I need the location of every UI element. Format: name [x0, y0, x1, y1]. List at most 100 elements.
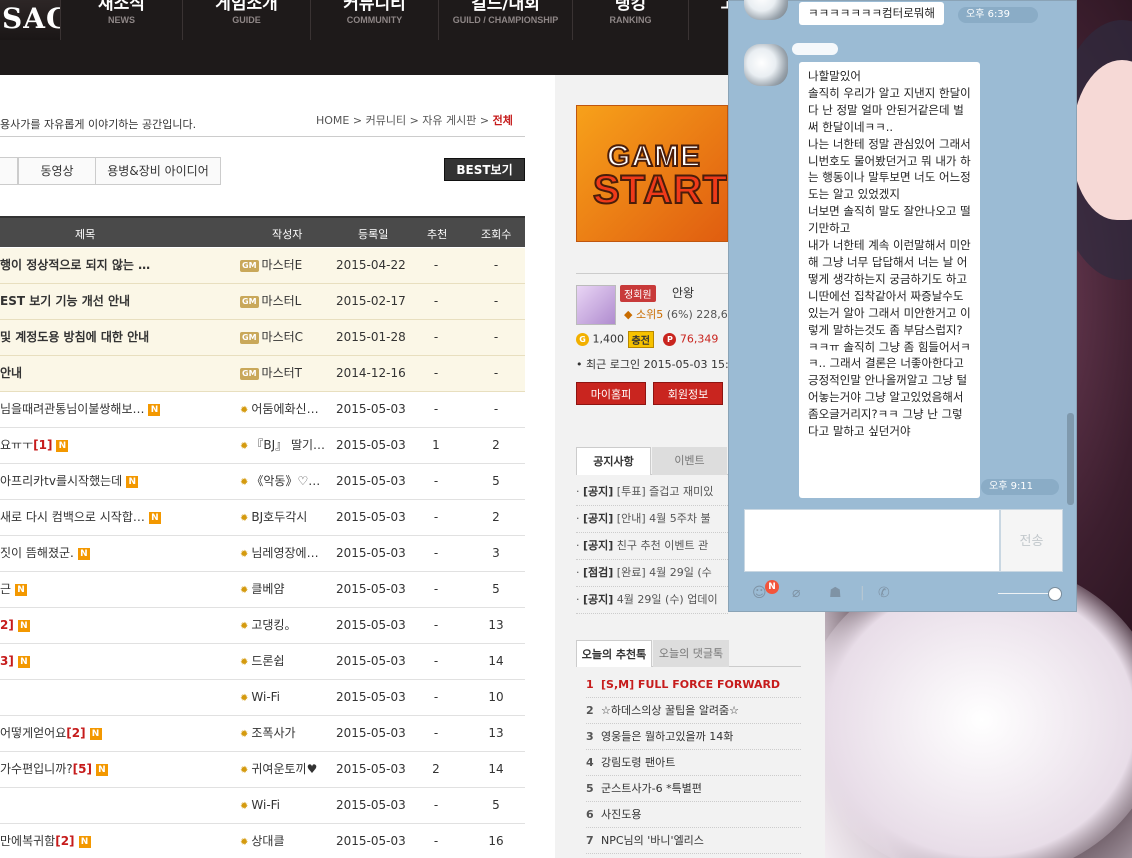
nav-ranking[interactable]: 랭킹 RANKING — [572, 0, 688, 40]
ranking-item[interactable]: 5 군스트사가-6 *특별편 — [586, 776, 801, 802]
post-title[interactable]: 2] N — [0, 608, 240, 643]
post-author[interactable]: ✹ 《악동》♡… — [240, 464, 332, 500]
ranking-item[interactable]: 1 [S,M] FULL FORCE FORWARD — [586, 672, 801, 698]
tab-video[interactable]: 동영상 — [18, 157, 96, 185]
notice-item[interactable]: · [점검] [완료] 4월 29일 (수 — [576, 560, 728, 587]
comment-count: [2] — [55, 834, 75, 848]
tab-event[interactable]: 이벤트 — [652, 447, 727, 475]
nav-news[interactable]: 새소식 NEWS — [60, 0, 182, 40]
post-author[interactable]: ✹ 어둠에화신… — [240, 392, 332, 428]
post-author[interactable]: GM 마스터L — [240, 284, 332, 319]
table-row[interactable]: 안내 GM 마스터T 2014-12-16 - - — [0, 356, 525, 392]
charge-button[interactable]: 충전 — [627, 331, 654, 348]
post-title[interactable]: 아프리카tv를시작했는데 N — [0, 464, 240, 499]
post-author[interactable]: ✹ Wi-Fi — [240, 680, 332, 716]
post-title[interactable]: 행이 정상적으로 되지 않는 … — [0, 248, 240, 283]
attach-file-icon[interactable]: ⌀ — [792, 585, 800, 601]
post-author[interactable]: ✹ 고댕킹。 — [240, 608, 332, 644]
table-row[interactable]: 만에복귀함[2] N ✹ 상대클 2015-05-03 - 16 — [0, 824, 525, 858]
best-view-button[interactable]: BEST보기 — [444, 158, 525, 181]
table-row[interactable]: 님을때려관통님이불쌍해보… N ✹ 어둠에화신… 2015-05-03 - - — [0, 392, 525, 428]
chat-scrollbar[interactable] — [1067, 413, 1074, 505]
table-row[interactable]: 어떻게얻어요[2] N ✹ 조폭사가 2015-05-03 - 13 — [0, 716, 525, 752]
notice-item[interactable]: · [공지] [안내] 4월 5주차 불 — [576, 506, 728, 533]
ranking-item[interactable]: 4 강림도령 팬아트 — [586, 750, 801, 776]
table-row[interactable]: 가수편입니까?[5] N ✹ 귀여운토끼♥ 2015-05-03 2 14 — [0, 752, 525, 788]
member-info-button[interactable]: 회원정보 — [653, 382, 723, 405]
mypage-button[interactable]: 마이홈피 — [576, 382, 646, 405]
nav-community[interactable]: 커뮤니티 COMMUNITY — [310, 0, 438, 40]
table-row[interactable]: ✹ Wi-Fi 2015-05-03 - 10 — [0, 680, 525, 716]
table-row[interactable]: 3] N ✹ 드론쉽 2015-05-03-14 — [0, 644, 525, 680]
table-row[interactable]: EST 보기 기능 개선 안내 GM 마스터L 2015-02-17 - - — [0, 284, 525, 320]
gm-icon: GM — [240, 295, 259, 308]
table-row[interactable]: 및 계정도용 방침에 대한 안내 GM 마스터C 2015-01-28 - - — [0, 320, 525, 356]
post-author[interactable]: GM 마스터T — [240, 356, 332, 391]
ranking-item[interactable]: 6 사진도용 — [586, 802, 801, 828]
post-title[interactable]: 요ㅠㅜ[1] N — [0, 428, 240, 463]
post-title[interactable]: 안내 — [0, 356, 240, 391]
tab-today-comment[interactable]: 오늘의 댓글톡 — [653, 640, 729, 667]
rank-icon: ✹ — [240, 837, 249, 848]
tab-today-recommend[interactable]: 오늘의 추천톡 — [576, 640, 652, 667]
table-row[interactable]: 아프리카tv를시작했는데 N ✹ 《악동》♡… 2015-05-03 - 5 — [0, 464, 525, 500]
ranking-item[interactable]: 7 NPC님의 '바니'엘리스 — [586, 828, 801, 854]
post-author[interactable]: ✹ BJ호두각시 — [240, 500, 332, 536]
rank-number: 5 — [586, 782, 594, 795]
post-title[interactable]: 짓이 뜸해졌군. N — [0, 536, 240, 571]
post-author[interactable]: ✹ Wi-Fi — [240, 788, 332, 824]
breadcrumb-home[interactable]: HOME — [316, 114, 349, 127]
table-row[interactable]: 근 N ✹ 클베얌 2015-05-03 - 5 — [0, 572, 525, 608]
nav-guild[interactable]: 길드/대회 GUILD / CHAMPIONSHIP — [438, 0, 572, 40]
post-author[interactable]: ✹ 『BJ』 딸기… — [240, 428, 332, 464]
avatar[interactable] — [576, 285, 616, 325]
opacity-slider-track[interactable] — [998, 593, 1054, 594]
post-author[interactable]: ✹ 클베얌 — [240, 572, 332, 608]
post-title[interactable]: 새로 다시 컴백으로 시작합… N — [0, 500, 240, 535]
post-author[interactable]: GM 마스터E — [240, 248, 332, 283]
post-author[interactable]: GM 마스터C — [240, 320, 332, 355]
tab-all[interactable] — [0, 157, 18, 185]
post-title[interactable]: 3] N — [0, 644, 240, 679]
post-author[interactable]: ✹ 상대클 — [240, 824, 332, 858]
table-row[interactable]: 짓이 뜸해졌군. N ✹ 님레영장에… 2015-05-03 - 3 — [0, 536, 525, 572]
table-row[interactable]: 요ㅠㅜ[1] N ✹ 『BJ』 딸기… 2015-05-03 1 2 — [0, 428, 525, 464]
post-author[interactable]: ✹ 조폭사가 — [240, 716, 332, 752]
call-icon[interactable]: ✆ — [878, 585, 890, 601]
table-row[interactable]: 2] N ✹ 고댕킹。 2015-05-03-13 — [0, 608, 525, 644]
post-title[interactable]: 가수편입니까?[5] N — [0, 752, 240, 787]
post-author[interactable]: ✹ 드론쉽 — [240, 644, 332, 680]
breadcrumb-community[interactable]: 커뮤니티 — [366, 114, 406, 127]
post-title[interactable]: 어떻게얻어요[2] N — [0, 716, 240, 751]
header-author: 작성자 — [272, 228, 303, 241]
notice-item[interactable]: · [공지] 친구 추천 이벤트 관 — [576, 533, 728, 560]
nav-guide[interactable]: 게임소개 GUIDE — [182, 0, 310, 40]
notice-item[interactable]: · [공지] [투표] 즐겁고 재미있 — [576, 479, 728, 506]
avatar[interactable] — [744, 44, 788, 86]
notice-item[interactable]: · [공지] 4월 29일 (수) 업데이 — [576, 587, 728, 614]
opacity-slider-handle[interactable] — [1048, 587, 1062, 601]
send-button[interactable]: 전송 — [1000, 509, 1063, 572]
tab-ideas[interactable]: 용병&장비 아이디어 — [95, 157, 221, 185]
post-title[interactable]: 만에복귀함[2] N — [0, 824, 240, 858]
ranking-item[interactable]: 3 영웅들은 뭘하고있을까 14화 — [586, 724, 801, 750]
table-row[interactable]: ✹ Wi-Fi 2015-05-03 - 5 — [0, 788, 525, 824]
breadcrumb-free-board[interactable]: 자유 게시판 — [422, 114, 476, 127]
chat-input[interactable] — [744, 509, 1000, 572]
ranking-item[interactable]: 2 ☆하데스의상 꿀팁을 알려줌☆ — [586, 698, 801, 724]
post-views: 2 — [492, 438, 500, 452]
tab-notice[interactable]: 공지사항 — [576, 447, 651, 475]
post-title[interactable]: EST 보기 기능 개선 안내 — [0, 284, 240, 319]
table-row[interactable]: 행이 정상적으로 되지 않는 … GM 마스터E 2015-04-22 - - — [0, 248, 525, 284]
post-title[interactable]: 님을때려관통님이불쌍해보… N — [0, 392, 240, 427]
rank-icon: ◆ — [624, 308, 633, 321]
post-author[interactable]: ✹ 님레영장에… — [240, 536, 332, 572]
post-title[interactable]: 근N — [0, 572, 240, 607]
post-author[interactable]: ✹ 귀여운토끼♥ — [240, 752, 332, 788]
share-contact-icon[interactable]: ☗ — [829, 585, 842, 601]
game-start-banner[interactable]: GAME START — [576, 105, 728, 242]
table-row[interactable]: 새로 다시 컴백으로 시작합… N ✹ BJ호두각시 2015-05-03 - 2 — [0, 500, 525, 536]
post-title[interactable]: 및 계정도용 방침에 대한 안내 — [0, 320, 240, 355]
site-logo[interactable]: SAGA — [0, 0, 60, 40]
post-date: 2015-05-03 — [336, 474, 406, 488]
